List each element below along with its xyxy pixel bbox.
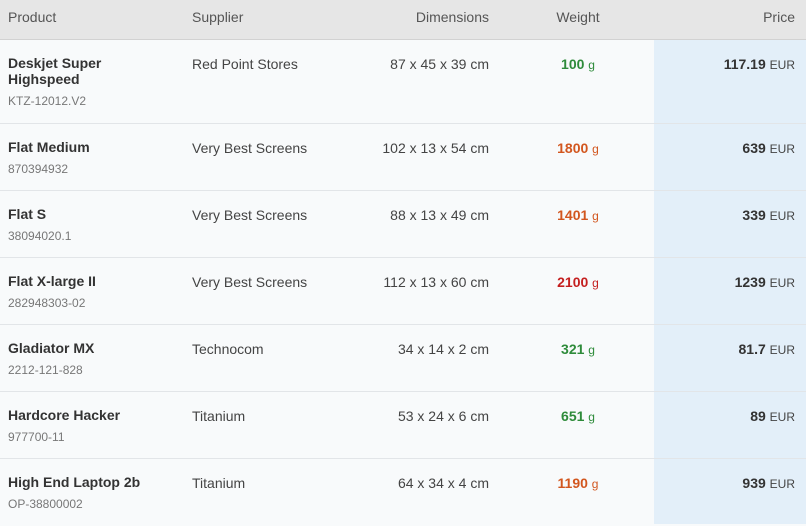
products-grid: Product Supplier Dimensions Weight Price… [0,0,806,524]
table-row[interactable]: Flat Medium 870394932 Very Best Screens … [0,124,806,191]
price-currency: EUR [769,209,795,223]
dimensions-value: 87 x 45 x 39 cm [390,56,489,72]
product-name: Flat Medium [8,139,90,155]
weight-value: 1190 [557,475,588,491]
weight-unit: g [592,142,599,156]
supplier-name: Very Best Screens [192,274,308,290]
price-value: 81.7 [738,341,766,357]
dimensions-value: 102 x 13 x 54 cm [382,140,489,156]
dimensions-value: 88 x 13 x 49 cm [390,207,489,223]
weight-value: 1401 [557,207,589,223]
product-sku: 2212-121-828 [8,363,83,377]
weight-unit: g [588,410,595,424]
product-name: Hardcore Hacker [8,407,121,423]
supplier-name: Titanium [192,408,246,424]
weight-unit: g [588,343,595,357]
weight-value: 321 [561,341,585,357]
product-sku: 977700-11 [8,430,65,444]
column-header-weight[interactable]: Weight [530,0,626,40]
column-header-product[interactable]: Product [8,0,56,40]
supplier-name: Very Best Screens [192,207,308,223]
weight-cell: 100 g [530,56,626,72]
dimensions-value: 53 x 24 x 6 cm [397,408,489,424]
price-cell: 1239 EUR [654,274,795,290]
price-cell: 89 EUR [654,408,795,424]
supplier-name: Titanium [192,475,246,491]
price-value: 339 [742,207,766,223]
price-cell: 81.7 EUR [654,341,795,357]
dimensions-value: 64 x 34 x 4 cm [397,475,489,491]
weight-unit: g [591,477,599,491]
price-value: 89 [750,408,766,424]
product-sku: KTZ-12012.V2 [8,94,87,108]
weight-cell: 1190 g [530,475,626,491]
price-value: 117.19 [723,56,766,72]
weight-cell: 2100 g [530,274,626,290]
weight-unit: g [588,58,595,72]
weight-value: 651 [561,408,585,424]
supplier-name: Red Point Stores [192,56,298,72]
price-currency: EUR [769,276,795,290]
product-sku: 282948303-02 [8,296,86,310]
column-header-dimensions[interactable]: Dimensions [360,0,489,40]
price-cell: 639 EUR [654,140,795,156]
dimensions-value: 112 x 13 x 60 cm [383,274,489,290]
price-value: 1239 [734,274,766,290]
dimensions-value: 34 x 14 x 2 cm [397,341,489,357]
price-cell: 117.19 EUR [654,56,795,72]
price-cell: 939 EUR [654,475,795,491]
grid-header: Product Supplier Dimensions Weight Price [0,0,806,40]
product-name: Flat S [8,206,47,222]
table-row[interactable]: Gladiator MX 2212-121-828 Technocom 34 x… [0,325,806,392]
price-value: 639 [742,140,766,156]
table-row[interactable]: Flat S 38094020.1 Very Best Screens 88 x… [0,191,806,258]
weight-cell: 321 g [530,341,626,357]
product-sku: 38094020.1 [8,229,72,243]
weight-value: 1800 [557,140,589,156]
table-row[interactable]: High End Laptop 2b OP-38800002 Titanium … [0,459,806,526]
column-header-supplier[interactable]: Supplier [192,0,243,40]
weight-value: 2100 [557,274,589,290]
supplier-name: Very Best Screens [192,140,308,156]
supplier-name: Technocom [192,341,264,357]
table-row[interactable]: Deskjet Super Highspeed KTZ-12012.V2 Red… [0,40,806,124]
weight-cell: 1800 g [530,140,626,156]
table-row[interactable]: Flat X-large II 282948303-02 Very Best S… [0,258,806,325]
price-cell: 339 EUR [654,207,795,223]
weight-cell: 651 g [530,408,626,424]
weight-value: 100 [561,56,585,72]
price-currency: EUR [769,477,795,491]
price-currency: EUR [769,410,795,424]
price-value: 939 [742,475,766,491]
product-sku: 870394932 [8,162,69,176]
weight-unit: g [592,209,599,223]
product-name: Deskjet Super Highspeed [8,55,102,87]
product-name: Gladiator MX [8,340,95,356]
product-sku: OP-38800002 [8,497,83,511]
weight-unit: g [592,276,599,290]
price-currency: EUR [769,142,795,156]
weight-cell: 1401 g [530,207,626,223]
product-name: Flat X-large II [8,273,96,289]
price-currency: EUR [769,343,795,357]
price-currency: EUR [769,58,795,72]
product-name: High End Laptop 2b [8,474,141,490]
column-header-price[interactable]: Price [654,0,795,40]
table-row[interactable]: Hardcore Hacker 977700-11 Titanium 53 x … [0,392,806,459]
